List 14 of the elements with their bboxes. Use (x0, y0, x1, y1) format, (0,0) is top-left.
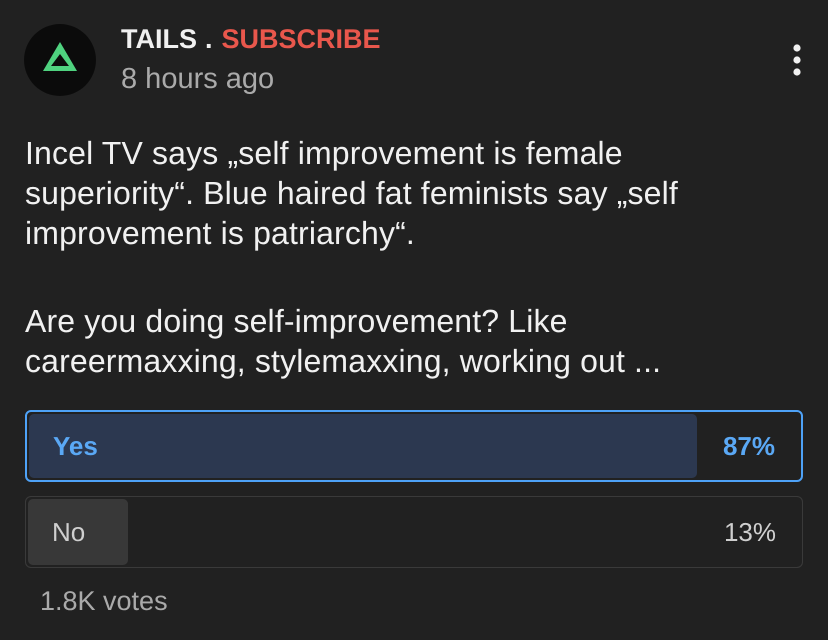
option-percentage: 87% (722, 430, 775, 462)
subscribe-button[interactable]: SUBSCRIBE (222, 24, 381, 54)
poll-option[interactable]: No 13% (25, 496, 803, 568)
more-menu-icon[interactable] (791, 42, 803, 78)
post-text: Are you doing self-improvement? Like careermaxxing, stylemaxxing, working out ... (25, 302, 662, 381)
option-label: No (52, 516, 86, 548)
poll-option[interactable]: Yes 87% (25, 410, 803, 482)
post-text: Incel TV says „self improvement is female superiority“. Blue haired fat feminists say „self improvement is patriarchy“. (25, 134, 679, 253)
channel-name[interactable]: TAILS (121, 24, 197, 54)
vote-count: 1.8K votes (40, 585, 168, 618)
separator-dot: . (205, 24, 213, 54)
option-label: Yes (53, 430, 98, 462)
post-time: 8 hours ago (121, 62, 276, 96)
option-percentage: 13% (724, 516, 776, 548)
